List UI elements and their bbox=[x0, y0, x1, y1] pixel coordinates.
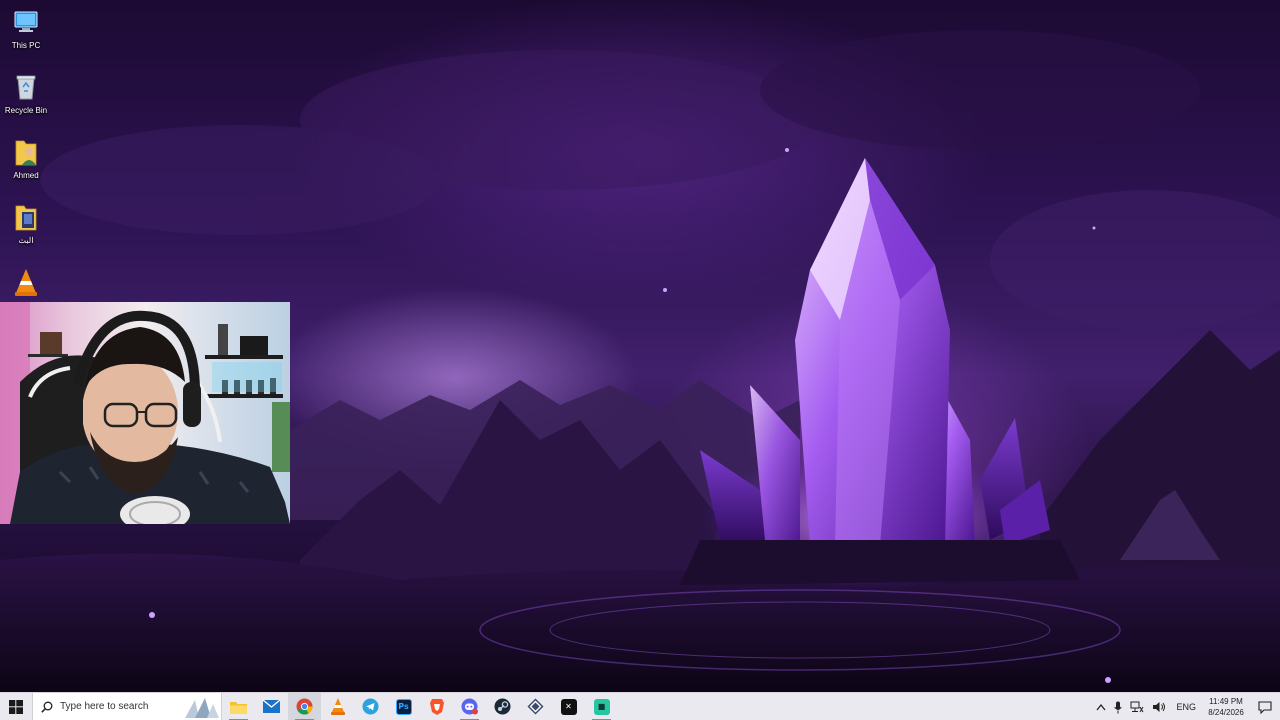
taskbar-clock[interactable]: 11:49 PM 8/24/2026 bbox=[1202, 693, 1250, 720]
folder-icon bbox=[11, 201, 41, 233]
chrome-icon bbox=[296, 698, 313, 715]
desktop-icon-label: This PC bbox=[11, 41, 41, 50]
taskbar-app-brave[interactable] bbox=[420, 693, 453, 720]
clock-time: 11:49 PM bbox=[1209, 697, 1243, 706]
this-pc-icon bbox=[11, 6, 41, 38]
user-folder-icon bbox=[11, 136, 41, 168]
microphone-icon bbox=[1114, 701, 1123, 713]
network-tray-button[interactable] bbox=[1126, 693, 1148, 720]
vlc-icon bbox=[11, 266, 41, 298]
steam-icon bbox=[494, 698, 511, 715]
search-placeholder: Type here to search bbox=[60, 701, 149, 712]
taskbar-app-photoshop[interactable]: Ps bbox=[387, 693, 420, 720]
search-icon bbox=[41, 701, 53, 713]
telegram-icon bbox=[362, 698, 379, 715]
webcam-feed bbox=[0, 302, 290, 524]
taskbar-app-file-explorer[interactable] bbox=[222, 693, 255, 720]
desktop-icon-label: Recycle Bin bbox=[4, 106, 48, 115]
clock-date: 8/24/2026 bbox=[1208, 708, 1244, 717]
windows-logo-icon bbox=[9, 699, 23, 714]
diamond-app-icon bbox=[527, 698, 544, 715]
volume-tray-button[interactable] bbox=[1148, 693, 1170, 720]
taskbar-app-chrome[interactable] bbox=[288, 692, 321, 720]
desktop-icon-stream-folder[interactable]: البث bbox=[0, 201, 52, 263]
taskbar-app-diamond[interactable] bbox=[519, 693, 552, 720]
desktop-icon-label: Ahmed bbox=[13, 171, 39, 180]
recycle-bin-icon bbox=[11, 71, 41, 103]
brave-icon bbox=[429, 699, 444, 715]
desktop-icon-recycle-bin[interactable]: Recycle Bin bbox=[0, 71, 52, 133]
webcam-overlay bbox=[0, 302, 290, 524]
desktop-icon-ahmed[interactable]: Ahmed bbox=[0, 136, 52, 198]
taskbar-app-mail[interactable] bbox=[255, 693, 288, 720]
taskbar-search-box[interactable]: Type here to search bbox=[32, 692, 222, 720]
taskbar: Type here to search Ps ✕ ■ ENG 11:49 PM … bbox=[0, 692, 1280, 720]
photoshop-icon: Ps bbox=[395, 698, 412, 715]
green-app-icon: ■ bbox=[593, 698, 610, 715]
discord-icon bbox=[461, 698, 478, 715]
capcut-icon: ✕ bbox=[560, 698, 577, 715]
clouds bbox=[40, 30, 1280, 330]
desktop-icon-this-pc[interactable]: This PC bbox=[0, 6, 52, 68]
taskbar-app-telegram[interactable] bbox=[354, 693, 387, 720]
language-indicator[interactable]: ENG bbox=[1170, 693, 1202, 720]
speaker-icon bbox=[1153, 702, 1166, 712]
microphone-tray-button[interactable] bbox=[1110, 693, 1126, 720]
system-tray: ENG 11:49 PM 8/24/2026 bbox=[1092, 693, 1280, 720]
taskbar-app-capcut[interactable]: ✕ bbox=[552, 693, 585, 720]
chevron-up-icon bbox=[1096, 703, 1106, 711]
notification-icon bbox=[1258, 700, 1272, 714]
file-explorer-icon bbox=[230, 701, 247, 714]
mail-icon bbox=[263, 700, 280, 713]
desktop-icon-label: البث bbox=[18, 236, 34, 245]
taskbar-app-steam[interactable] bbox=[486, 693, 519, 720]
vlc-icon bbox=[330, 698, 345, 715]
network-icon bbox=[1130, 701, 1144, 713]
action-center-button[interactable] bbox=[1250, 693, 1280, 720]
search-highlight-icon bbox=[185, 697, 219, 718]
rocky-ground bbox=[0, 553, 1280, 692]
show-hidden-icons-button[interactable] bbox=[1092, 693, 1110, 720]
taskbar-app-green[interactable]: ■ bbox=[585, 693, 618, 720]
start-button[interactable] bbox=[0, 693, 32, 720]
taskbar-app-discord[interactable] bbox=[453, 693, 486, 720]
taskbar-app-vlc[interactable] bbox=[321, 693, 354, 720]
